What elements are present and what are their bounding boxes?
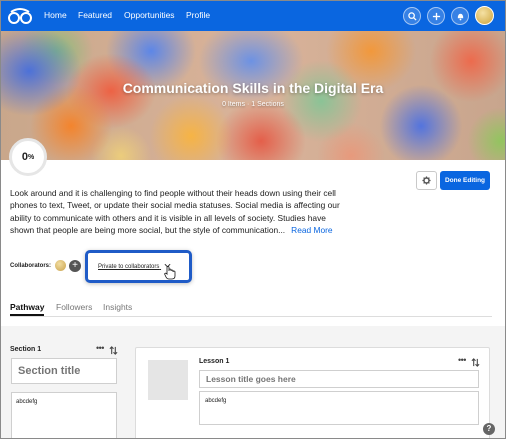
- lesson-reorder-icon[interactable]: [471, 358, 480, 367]
- tab-followers[interactable]: Followers: [56, 302, 92, 312]
- search-icon: [407, 11, 417, 21]
- tab-pathway[interactable]: Pathway: [10, 302, 45, 312]
- gear-icon: [422, 176, 431, 185]
- lesson-more-icon[interactable]: •••: [458, 355, 466, 365]
- lesson-thumbnail[interactable]: [148, 360, 188, 400]
- collaborator-avatar[interactable]: [55, 260, 66, 271]
- top-nav: Home Featured Opportunities Profile: [1, 1, 505, 31]
- pathway-meta: 0 Items · 1 Sections: [222, 101, 284, 108]
- done-editing-button[interactable]: Done Editing: [440, 171, 490, 190]
- tab-insights[interactable]: Insights: [103, 302, 132, 312]
- bell-icon: [457, 13, 463, 20]
- tabs-divider: [10, 316, 492, 317]
- progress-unit: %: [27, 153, 35, 161]
- nav-home-link[interactable]: Home: [44, 10, 67, 20]
- lesson-description-field[interactable]: abcdefg: [199, 391, 479, 425]
- privacy-label: Private to collaborators: [98, 264, 160, 270]
- plus-icon: [432, 12, 440, 20]
- hand-cursor-icon: [164, 266, 176, 280]
- user-avatar[interactable]: [475, 6, 494, 25]
- privacy-dropdown[interactable]: Private to collaborators: [98, 263, 171, 270]
- section-description-field[interactable]: abcdefg: [11, 392, 117, 438]
- section-more-icon[interactable]: •••: [96, 343, 104, 353]
- logo-icon[interactable]: [7, 6, 33, 26]
- search-button[interactable]: [403, 7, 421, 25]
- nav-featured-link[interactable]: Featured: [78, 10, 112, 20]
- progress-indicator: 0%: [9, 138, 47, 176]
- nav-opportunities-link[interactable]: Opportunities: [124, 10, 175, 20]
- read-more-link[interactable]: Read More: [291, 225, 332, 235]
- create-button[interactable]: [427, 7, 445, 25]
- lesson-title-input[interactable]: [199, 370, 479, 388]
- section-label: Section 1: [10, 346, 42, 353]
- lesson-card: Lesson 1 ••• abcdefg: [135, 347, 490, 438]
- help-button[interactable]: ?: [483, 423, 495, 435]
- settings-button[interactable]: [416, 171, 437, 190]
- pathway-title: Communication Skills in the Digital Era: [122, 80, 384, 96]
- nav-profile-link[interactable]: Profile: [186, 10, 210, 20]
- pathway-description: Look around and it is challenging to fin…: [10, 187, 340, 236]
- notifications-button[interactable]: [451, 7, 469, 25]
- hero-banner: Communication Skills in the Digital Era …: [1, 31, 505, 160]
- lesson-label: Lesson 1: [199, 358, 230, 365]
- section-title-input[interactable]: [11, 358, 117, 384]
- section-reorder-icon[interactable]: [109, 346, 118, 355]
- app-window: Home Featured Opportunities Profile Comm…: [0, 0, 506, 439]
- add-collaborator-button[interactable]: +: [69, 260, 81, 272]
- collaborators-label: Collaborators:: [10, 263, 52, 269]
